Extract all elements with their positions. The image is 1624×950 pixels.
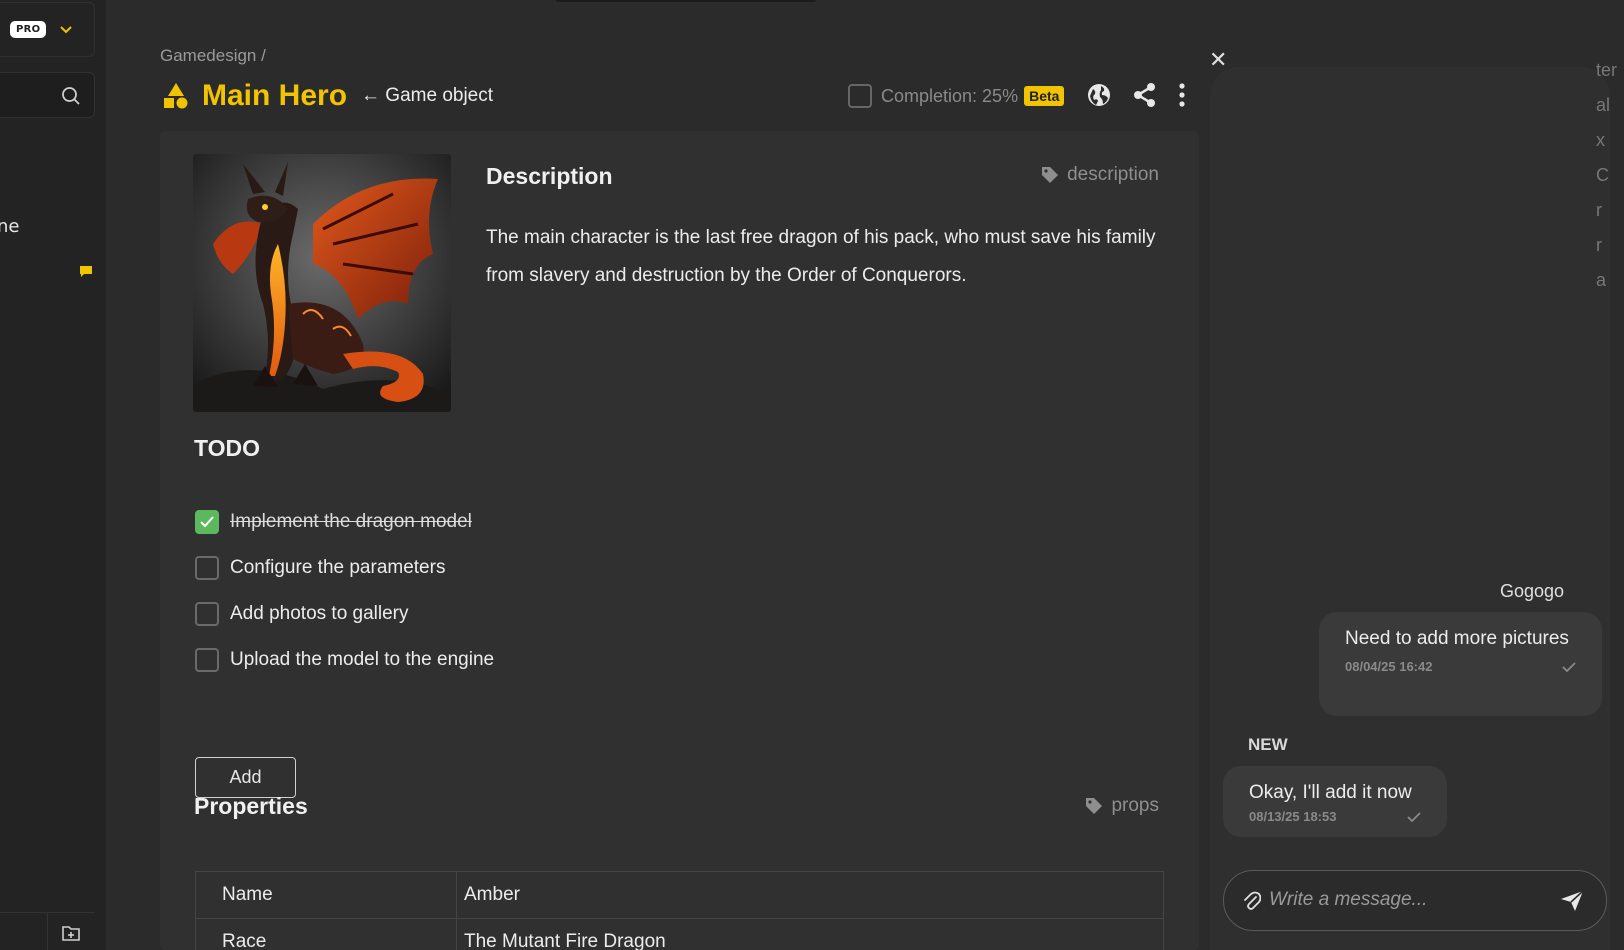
todo-label: Add photos to gallery [230, 603, 409, 624]
read-check-icon [1562, 661, 1576, 672]
todo-label: Upload the model to the engine [230, 649, 495, 670]
paperclip-icon[interactable] [1243, 890, 1261, 912]
table-row: Race The Mutant Fire Dragon [195, 918, 1164, 950]
fragment-text: al [1596, 95, 1611, 115]
table-row: Name Amber [195, 871, 1164, 919]
properties-table: Name Amber Race The Mutant Fire Dragon [195, 871, 1164, 950]
new-messages-divider: NEW [1248, 735, 1288, 754]
description-tag-label: description [1067, 164, 1159, 185]
message-text: Okay, I'll add it now [1249, 782, 1412, 803]
globe-icon[interactable] [1086, 82, 1112, 108]
message-timestamp: 08/13/25 18:53 [1249, 809, 1337, 824]
sidebar: PRO ne [0, 0, 106, 950]
background-panel-fragment: ter al x C r r a [1596, 60, 1624, 950]
chat-message[interactable]: Okay, I'll add it now 08/13/25 18:53 [1223, 766, 1447, 837]
fragment-text: r [1596, 200, 1602, 220]
property-key[interactable]: Race [195, 918, 457, 950]
checkmark-icon [200, 516, 214, 528]
fragment-text: r [1596, 235, 1602, 255]
workspace-switcher[interactable]: PRO [0, 2, 95, 57]
properties-tag-label: props [1111, 795, 1159, 816]
page-title: Main Hero [202, 79, 348, 112]
todo-checkbox[interactable] [195, 556, 219, 580]
title-row: Main Hero ← Game object [162, 76, 493, 116]
todo-checkbox[interactable] [195, 648, 219, 672]
message-text: Need to add more pictures [1345, 628, 1569, 649]
tag-icon [1042, 167, 1059, 183]
object-card: Description description The main charact… [160, 131, 1199, 950]
divider [47, 913, 48, 950]
todo-checkbox[interactable] [195, 602, 219, 626]
todo-item[interactable]: Upload the model to the engine [195, 637, 494, 683]
fragment-text: x [1596, 130, 1605, 150]
beta-badge: Beta [1024, 86, 1065, 106]
fragment-text: ter [1596, 60, 1618, 80]
completion-checkbox[interactable] [848, 84, 872, 108]
breadcrumb[interactable]: Gamedesign / [160, 46, 266, 66]
dragon-image[interactable] [193, 154, 451, 412]
message-composer [1223, 870, 1607, 931]
drag-handle[interactable] [555, 0, 817, 2]
property-value[interactable]: Amber [456, 871, 1164, 919]
comment-icon [80, 262, 92, 281]
sidebar-item-label[interactable]: ne [0, 216, 19, 237]
todo-heading: TODO [194, 435, 261, 461]
share-icon[interactable] [1133, 82, 1157, 108]
message-author: Gogogo [1499, 581, 1564, 601]
chat-panel: Gogogo Need to add more pictures 08/04/2… [1210, 67, 1610, 950]
sidebar-footer [0, 912, 95, 950]
read-check-icon [1407, 811, 1421, 822]
todo-label: Implement the dragon model [230, 511, 472, 532]
send-icon[interactable] [1560, 890, 1584, 912]
back-to-game-object-link[interactable]: ← Game object [361, 85, 493, 107]
completion-control: Completion: 25% Beta [848, 80, 1065, 112]
message-meta: 08/13/25 18:53 [1249, 809, 1421, 824]
new-folder-icon[interactable] [62, 925, 80, 941]
search-icon[interactable] [61, 86, 81, 106]
properties-tag[interactable]: props [1085, 795, 1159, 817]
message-timestamp: 08/04/25 16:42 [1345, 659, 1433, 674]
property-value[interactable]: The Mutant Fire Dragon [456, 918, 1164, 950]
add-todo-button[interactable]: Add [195, 757, 296, 798]
description-heading: Description [486, 163, 613, 189]
chevron-down-icon[interactable] [60, 23, 73, 37]
message-meta: 08/04/25 16:42 [1345, 659, 1576, 674]
todo-list: Implement the dragon model Configure the… [195, 499, 494, 683]
todo-item[interactable]: Implement the dragon model [195, 499, 494, 545]
todo-item[interactable]: Add photos to gallery [195, 591, 494, 637]
todo-checkbox[interactable] [195, 510, 219, 534]
completion-label: Completion: 25% [881, 85, 1019, 106]
fragment-text: C [1596, 165, 1609, 185]
description-text[interactable]: The main character is the last free drag… [486, 219, 1166, 295]
fragment-text: a [1596, 270, 1607, 290]
property-key[interactable]: Name [195, 871, 457, 919]
tag-icon [1086, 798, 1103, 814]
more-options-icon[interactable] [1178, 82, 1186, 108]
todo-item[interactable]: Configure the parameters [195, 545, 494, 591]
chat-message[interactable]: Need to add more pictures 08/04/25 16:42 [1319, 612, 1602, 716]
description-tag[interactable]: description [1041, 164, 1159, 186]
sidebar-search[interactable] [0, 72, 95, 118]
todo-label: Configure the parameters [230, 557, 446, 578]
pro-badge: PRO [10, 21, 47, 38]
message-input[interactable] [1269, 885, 1549, 915]
hero-shapes-icon [164, 83, 188, 109]
properties-heading: Properties [194, 793, 308, 819]
